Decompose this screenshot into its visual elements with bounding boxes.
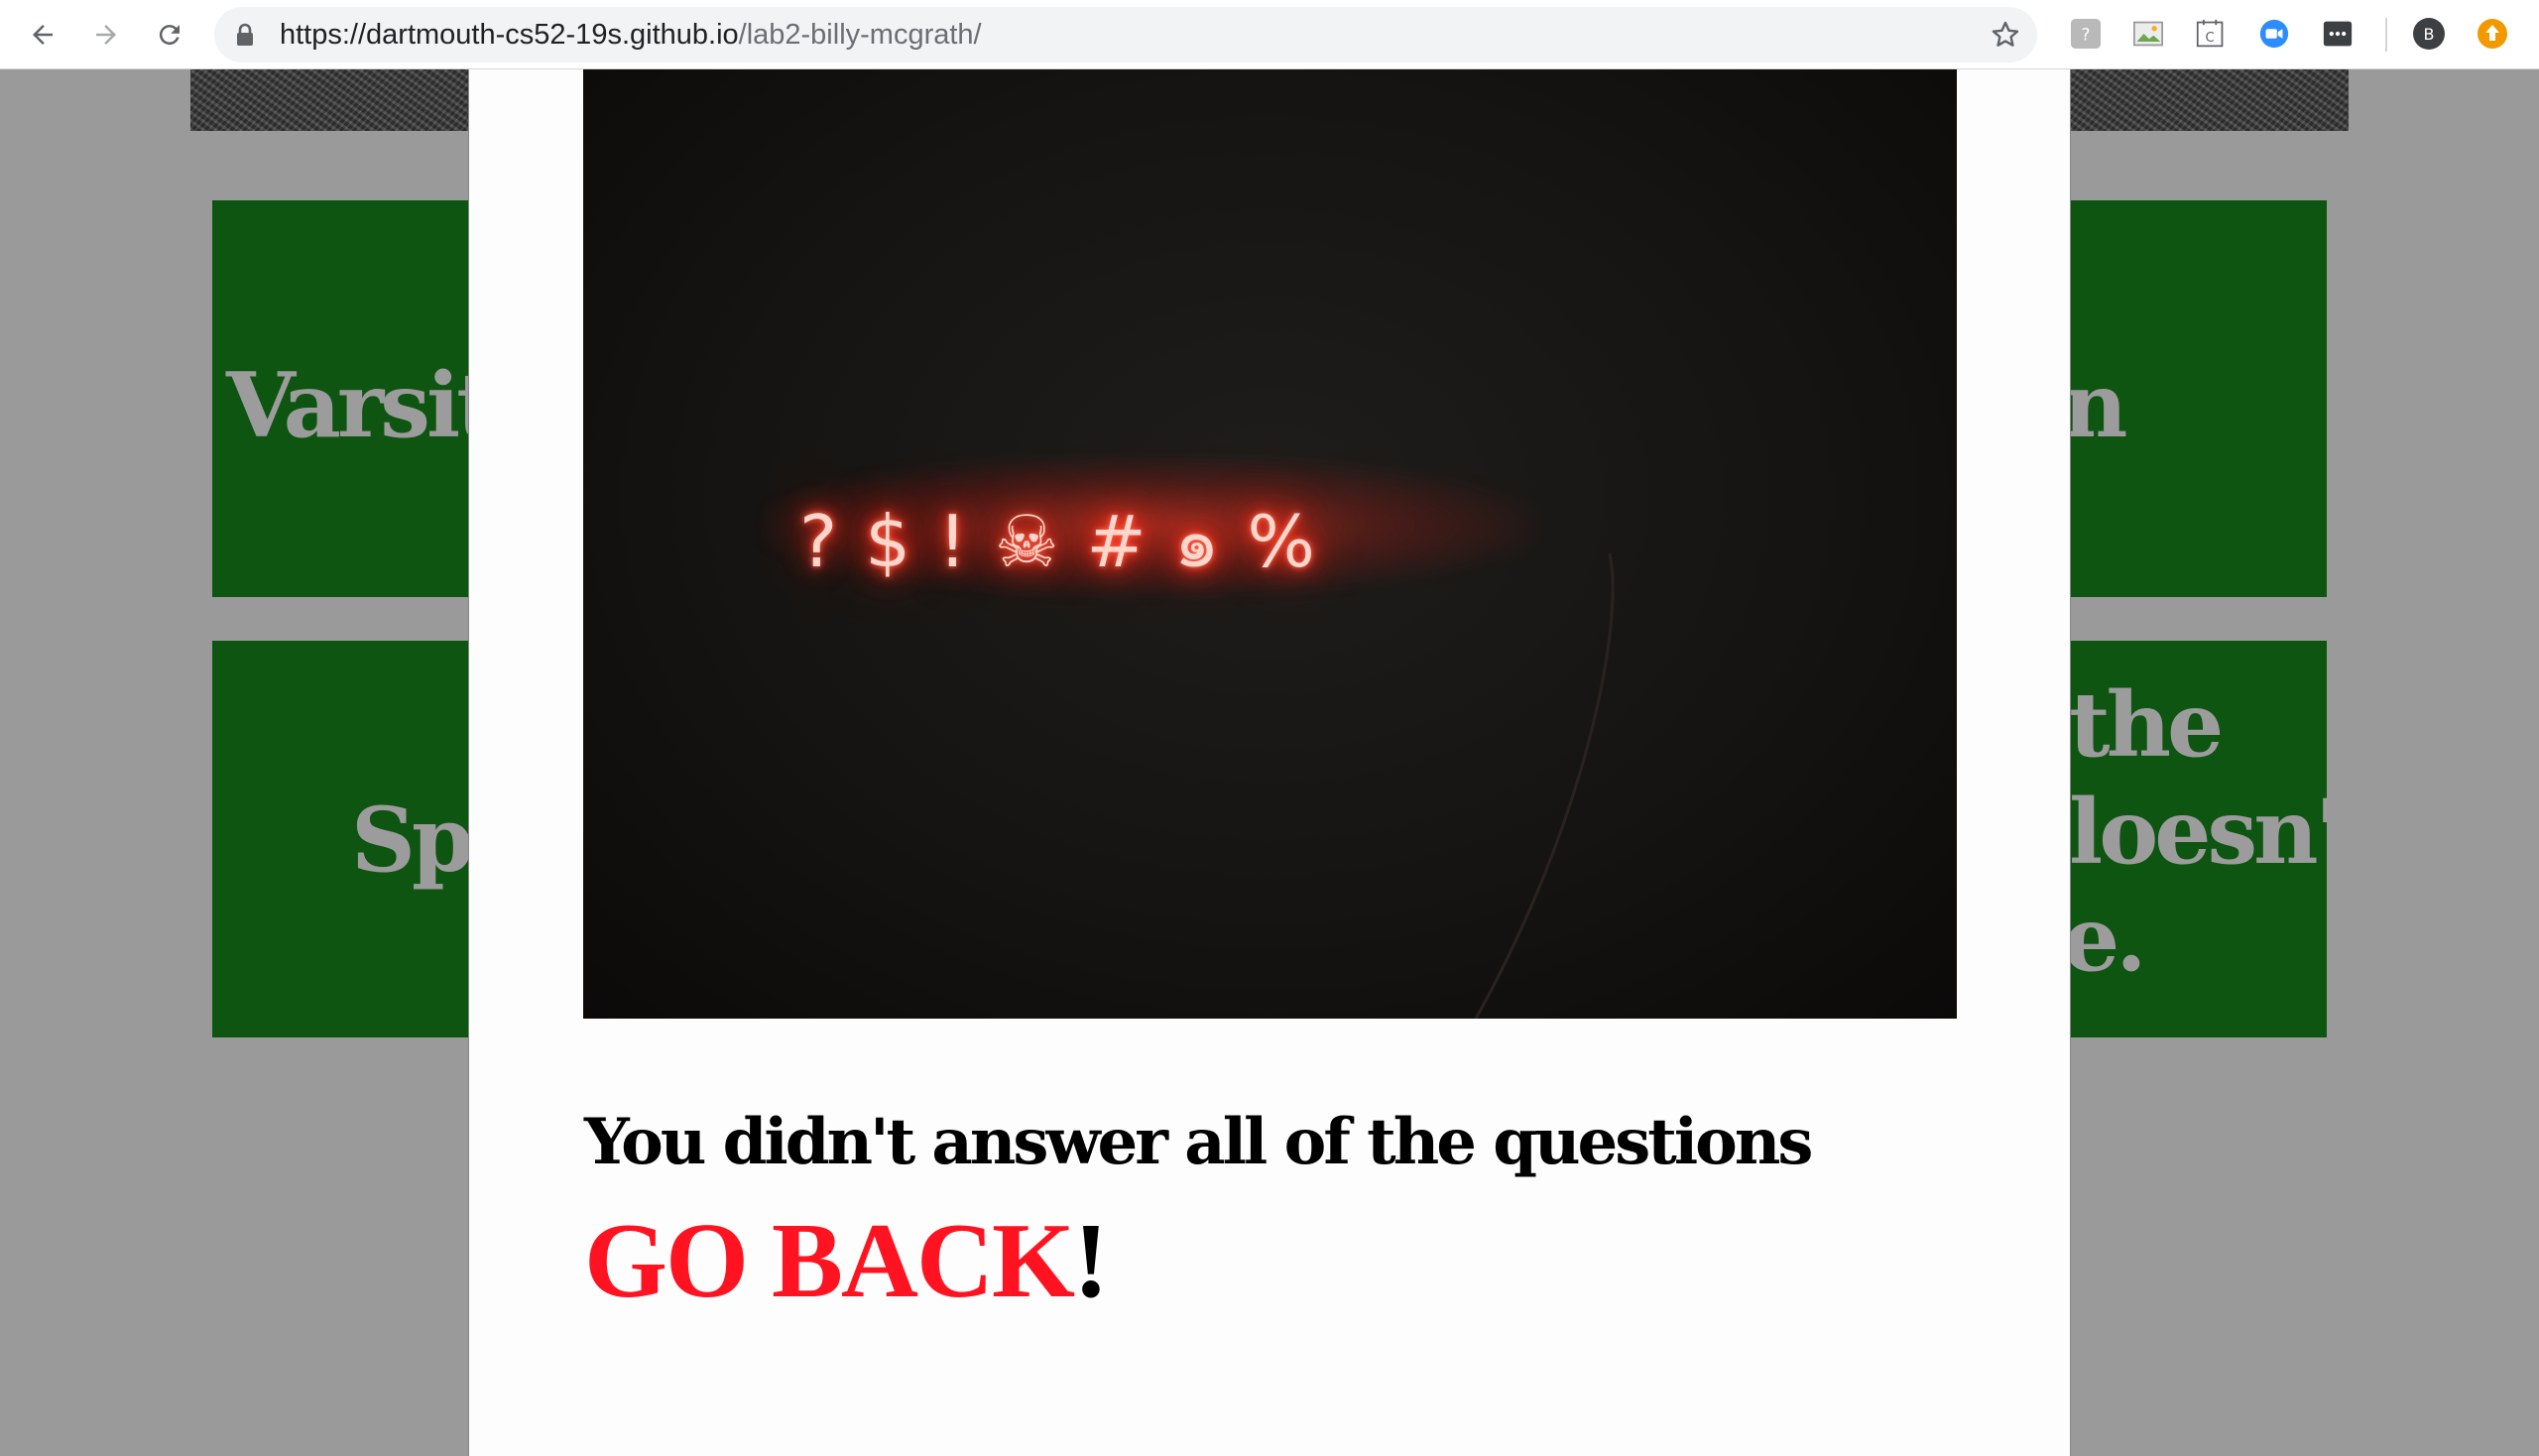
result-modal: ?$!☠#๑% You didn't answer all of the que… — [468, 69, 2071, 1456]
neon-sign-photo: ?$!☠#๑% — [583, 69, 1957, 1019]
quiz-tile-2[interactable]: Sp — [212, 641, 468, 1037]
quiz-tile-4[interactable]: the loesn't e. — [2071, 641, 2327, 1037]
extension-dots-icon[interactable] — [2321, 17, 2355, 51]
svg-text:?: ? — [2082, 25, 2091, 45]
tile-1-text: Varsit — [226, 353, 468, 458]
reload-icon — [159, 25, 180, 46]
incomplete-message: You didn't answer all of the questions — [584, 1105, 1813, 1179]
tile-3-text: n — [2071, 353, 2127, 458]
arrow-right-icon — [96, 25, 116, 45]
reload-button[interactable] — [149, 14, 190, 56]
profile-initial: B — [2424, 25, 2435, 44]
extension-image-icon[interactable] — [2131, 17, 2165, 51]
extension-calendar-icon[interactable]: C — [2194, 17, 2228, 51]
back-button[interactable] — [22, 14, 63, 56]
url-text: https://dartmouth-cs52-19s.github.io/lab… — [280, 7, 982, 62]
arrow-left-icon — [33, 25, 53, 45]
url-path: /lab2-billy-mcgrath/ — [738, 19, 982, 51]
header-banner-left — [190, 69, 468, 131]
tile-2-text: Sp — [351, 788, 468, 893]
go-back-link[interactable]: GO BACK — [584, 1202, 1075, 1320]
toolbar-divider — [2385, 18, 2387, 52]
tile-4-line-3: e. — [2071, 887, 2147, 992]
tile-4-line-1: the — [2071, 672, 2224, 778]
extension-zoom-icon[interactable] — [2257, 17, 2291, 51]
header-banner-right — [2071, 69, 2349, 131]
bookmark-star-icon[interactable] — [1990, 19, 2021, 51]
browser-toolbar: https://dartmouth-cs52-19s.github.io/lab… — [0, 0, 2539, 69]
extension-translate-icon[interactable]: ? — [2069, 17, 2103, 51]
update-icon[interactable] — [2476, 17, 2509, 51]
go-back-line: GO BACK! — [584, 1200, 1109, 1323]
lock-icon — [237, 23, 253, 46]
address-bar[interactable]: https://dartmouth-cs52-19s.github.io/lab… — [214, 7, 2037, 62]
profile-avatar[interactable]: B — [2412, 17, 2446, 51]
url-host: https://dartmouth-cs52-19s.github.io — [280, 19, 739, 51]
tile-4-line-2: loesn't — [2071, 780, 2327, 885]
go-back-suffix: ! — [1073, 1202, 1109, 1320]
calendar-letter: C — [2206, 31, 2215, 46]
quiz-tile-1[interactable]: Varsit — [212, 200, 468, 597]
forward-button[interactable] — [85, 14, 127, 56]
neon-cable — [1474, 552, 1615, 1019]
quiz-tile-3[interactable]: n — [2071, 200, 2327, 597]
